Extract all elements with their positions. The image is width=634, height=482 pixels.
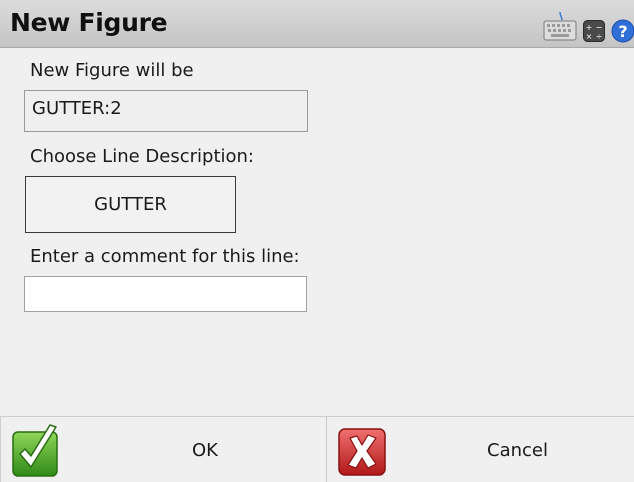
line-description-label: Choose Line Description: (30, 146, 254, 167)
svg-text:+: + (586, 23, 593, 32)
ok-button[interactable]: OK (0, 417, 327, 482)
keyboard-icon[interactable] (543, 10, 577, 42)
close-icon (337, 423, 389, 478)
comment-label: Enter a comment for this line: (30, 246, 300, 267)
calculator-icon[interactable]: + − × ÷ (583, 20, 605, 42)
figure-label: New Figure will be (30, 60, 194, 81)
checkmark-icon (10, 423, 62, 478)
title-bar: New Figure + − × ÷ ? (0, 0, 634, 48)
figure-name-display: GUTTER:2 (24, 90, 308, 132)
line-description-button[interactable]: GUTTER (25, 176, 236, 233)
page-title: New Figure (10, 8, 168, 37)
comment-input[interactable] (24, 276, 307, 312)
cancel-button-label: Cancel (487, 440, 548, 461)
svg-text:−: − (596, 23, 603, 32)
svg-text:×: × (586, 32, 593, 41)
new-figure-window: New Figure + − × ÷ ? New Figure will be … (0, 0, 634, 482)
svg-text:?: ? (618, 22, 627, 41)
svg-text:÷: ÷ (596, 32, 603, 41)
button-bar: OK Cancel (0, 416, 634, 482)
cancel-button[interactable]: Cancel (327, 417, 634, 482)
ok-button-label: OK (192, 440, 218, 461)
help-icon[interactable]: ? (611, 19, 634, 43)
